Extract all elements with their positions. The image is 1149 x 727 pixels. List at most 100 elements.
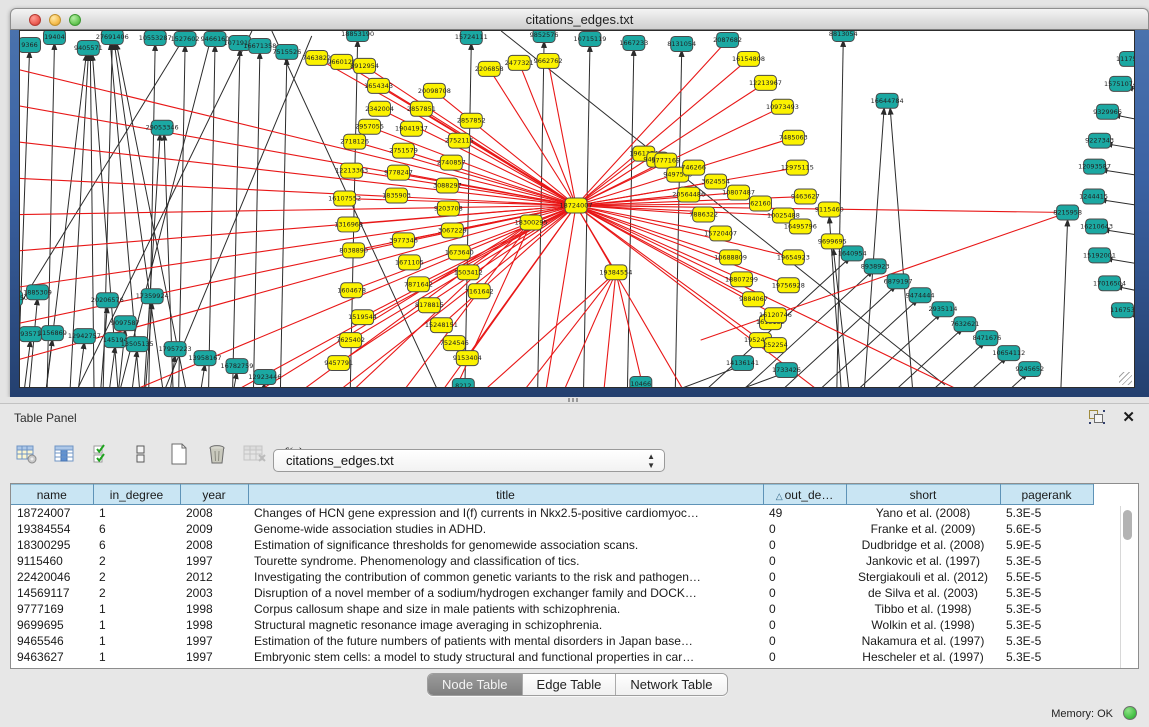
table-cell-pagerank[interactable]: 5.9E-5 — [1000, 537, 1093, 553]
network-node[interactable]: 13958167 — [189, 351, 222, 366]
table-selector-dropdown[interactable]: citations_edges.txt ▲▼ — [273, 449, 665, 472]
table-cell-short[interactable]: de Silva et al. (2003) — [846, 585, 1000, 601]
tab-node-table[interactable]: Node Table — [428, 674, 523, 695]
table-cell-name[interactable]: 19384554 — [11, 521, 93, 537]
network-node[interactable]: 10688809 — [714, 250, 747, 265]
network-node[interactable]: 2206858 — [475, 61, 504, 76]
network-edge[interactable] — [208, 45, 215, 388]
network-node[interactable]: 3977346 — [389, 233, 418, 248]
network-node[interactable]: 10715119 — [573, 31, 606, 46]
network-edge[interactable] — [21, 340, 31, 388]
network-node[interactable]: 8038890 — [339, 243, 368, 258]
network-node[interactable]: 3088297 — [433, 178, 462, 193]
table-cell-out_degree[interactable]: 0 — [763, 537, 846, 553]
network-edge[interactable] — [20, 56, 576, 206]
network-node[interactable]: 14136141 — [726, 356, 759, 371]
network-node[interactable]: 8215958 — [1053, 205, 1082, 220]
table-cell-name[interactable]: 9115460 — [11, 553, 93, 569]
network-node[interactable]: 7632621 — [951, 317, 980, 332]
table-cell-title[interactable]: Embryonic stem cells: a model to study s… — [248, 649, 763, 665]
network-node[interactable]: 10466 — [630, 377, 652, 388]
network-node[interactable]: 7485063 — [779, 130, 808, 145]
float-panel-icon[interactable] — [1089, 410, 1105, 424]
network-node[interactable]: 2857851 — [407, 101, 436, 116]
network-graph[interactable]: 9366194049405571276914061055328715276029… — [20, 31, 1135, 388]
table-cell-pagerank[interactable]: 5.3E-5 — [1000, 649, 1093, 665]
network-node[interactable]: 6879197 — [884, 274, 913, 289]
network-edge[interactable] — [541, 206, 576, 388]
network-node[interactable]: 9329966 — [1093, 104, 1122, 119]
table-cell-short[interactable]: Stergiakouli et al. (2012) — [846, 569, 1000, 585]
network-node[interactable]: 2752115 — [445, 133, 474, 148]
network-node[interactable]: 1671105 — [395, 255, 424, 270]
column-header-name[interactable]: name — [11, 485, 93, 505]
network-node[interactable]: 29053346 — [146, 120, 179, 135]
network-node[interactable]: 12975115 — [781, 160, 814, 175]
network-node[interactable]: 2740857 — [437, 155, 466, 170]
network-node[interactable]: 3067229 — [438, 223, 467, 238]
table-cell-year[interactable]: 1998 — [180, 617, 248, 633]
table-cell-in_degree[interactable]: 1 — [93, 649, 180, 665]
table-cell-title[interactable]: Structural magnetic resonance image aver… — [248, 617, 763, 633]
network-node[interactable]: 8212 — [452, 379, 474, 388]
memory-status-icon[interactable] — [1123, 706, 1137, 720]
table-cell-title[interactable]: Tourette syndrome. Phenomenology and cla… — [248, 553, 763, 569]
network-node[interactable]: 19384554 — [599, 265, 632, 280]
network-node[interactable]: 10553287 — [139, 31, 172, 45]
network-edge[interactable] — [20, 206, 576, 216]
network-node[interactable]: 2718126 — [340, 134, 369, 149]
network-node[interactable]: 15720407 — [704, 226, 737, 241]
network-node[interactable]: 17359924 — [136, 289, 169, 304]
table-row[interactable]: 1456911722003Disruption of a novel membe… — [11, 585, 1093, 601]
table-cell-short[interactable]: Wolkin et al. (1998) — [846, 617, 1000, 633]
divider-grip-icon[interactable] — [568, 398, 580, 402]
network-node[interactable]: 8178815 — [415, 298, 444, 313]
network-node[interactable]: 2935114 — [929, 302, 958, 317]
network-node[interactable]: 1527602 — [171, 31, 200, 46]
row-height-icon[interactable] — [128, 441, 154, 467]
table-cell-out_degree[interactable]: 0 — [763, 617, 846, 633]
close-panel-icon[interactable]: ✕ — [1122, 408, 1135, 426]
table-cell-title[interactable]: Investigating the contribution of common… — [248, 569, 763, 585]
table-cell-pagerank[interactable]: 5.3E-5 — [1000, 553, 1093, 569]
network-node[interactable]: 9097587 — [111, 316, 140, 331]
network-edge[interactable] — [112, 34, 212, 388]
network-node[interactable]: 20206576 — [91, 293, 124, 308]
table-row[interactable]: 1938455462009Genome-wide association stu… — [11, 521, 1093, 537]
table-cell-short[interactable]: Nakamura et al. (1997) — [846, 633, 1000, 649]
network-edge[interactable] — [881, 373, 1028, 388]
table-cell-in_degree[interactable]: 1 — [93, 601, 180, 617]
network-node[interactable]: 12213363 — [335, 163, 368, 178]
table-cell-out_degree[interactable]: 0 — [763, 601, 846, 617]
network-node[interactable]: 8813054 — [829, 31, 858, 41]
table-cell-name[interactable]: 9465546 — [11, 633, 93, 649]
column-header-out_degree[interactable]: △out_de… — [763, 485, 846, 505]
network-node[interactable]: 746266 — [681, 160, 706, 175]
network-node[interactable]: 1503412 — [454, 265, 483, 280]
table-cell-out_degree[interactable]: 0 — [763, 521, 846, 537]
table-cell-in_degree[interactable]: 1 — [93, 617, 180, 633]
network-node[interactable]: 7886322 — [689, 207, 718, 222]
network-node[interactable]: 8912954 — [350, 58, 379, 73]
column-header-pagerank[interactable]: pagerank — [1000, 485, 1093, 505]
table-cell-in_degree[interactable]: 2 — [93, 569, 180, 585]
table-cell-pagerank[interactable]: 5.3E-5 — [1000, 585, 1093, 601]
network-edge[interactable] — [464, 43, 471, 388]
network-node[interactable]: 9778247 — [384, 165, 413, 180]
network-edge[interactable] — [128, 350, 137, 388]
table-cell-short[interactable]: Hescheler et al. (1997) — [846, 649, 1000, 665]
table-scrollbar-thumb[interactable] — [1123, 510, 1132, 540]
table-cell-year[interactable]: 2008 — [180, 537, 248, 553]
node-table[interactable]: namein_degreeyeartitle△out_de…shortpager… — [11, 484, 1094, 665]
table-scrollbar[interactable] — [1120, 506, 1133, 668]
table-cell-pagerank[interactable]: 5.6E-5 — [1000, 521, 1093, 537]
table-cell-pagerank[interactable]: 5.3E-5 — [1000, 617, 1093, 633]
network-edge[interactable] — [890, 108, 915, 388]
table-cell-name[interactable]: 9699695 — [11, 617, 93, 633]
table-cell-in_degree[interactable]: 6 — [93, 537, 180, 553]
network-node[interactable]: 20098708 — [418, 83, 451, 98]
network-node[interactable]: 10654112 — [992, 346, 1025, 361]
table-cell-name[interactable]: 14569117 — [11, 585, 93, 601]
network-node[interactable]: 16154808 — [732, 51, 765, 66]
network-edge[interactable] — [576, 154, 644, 206]
